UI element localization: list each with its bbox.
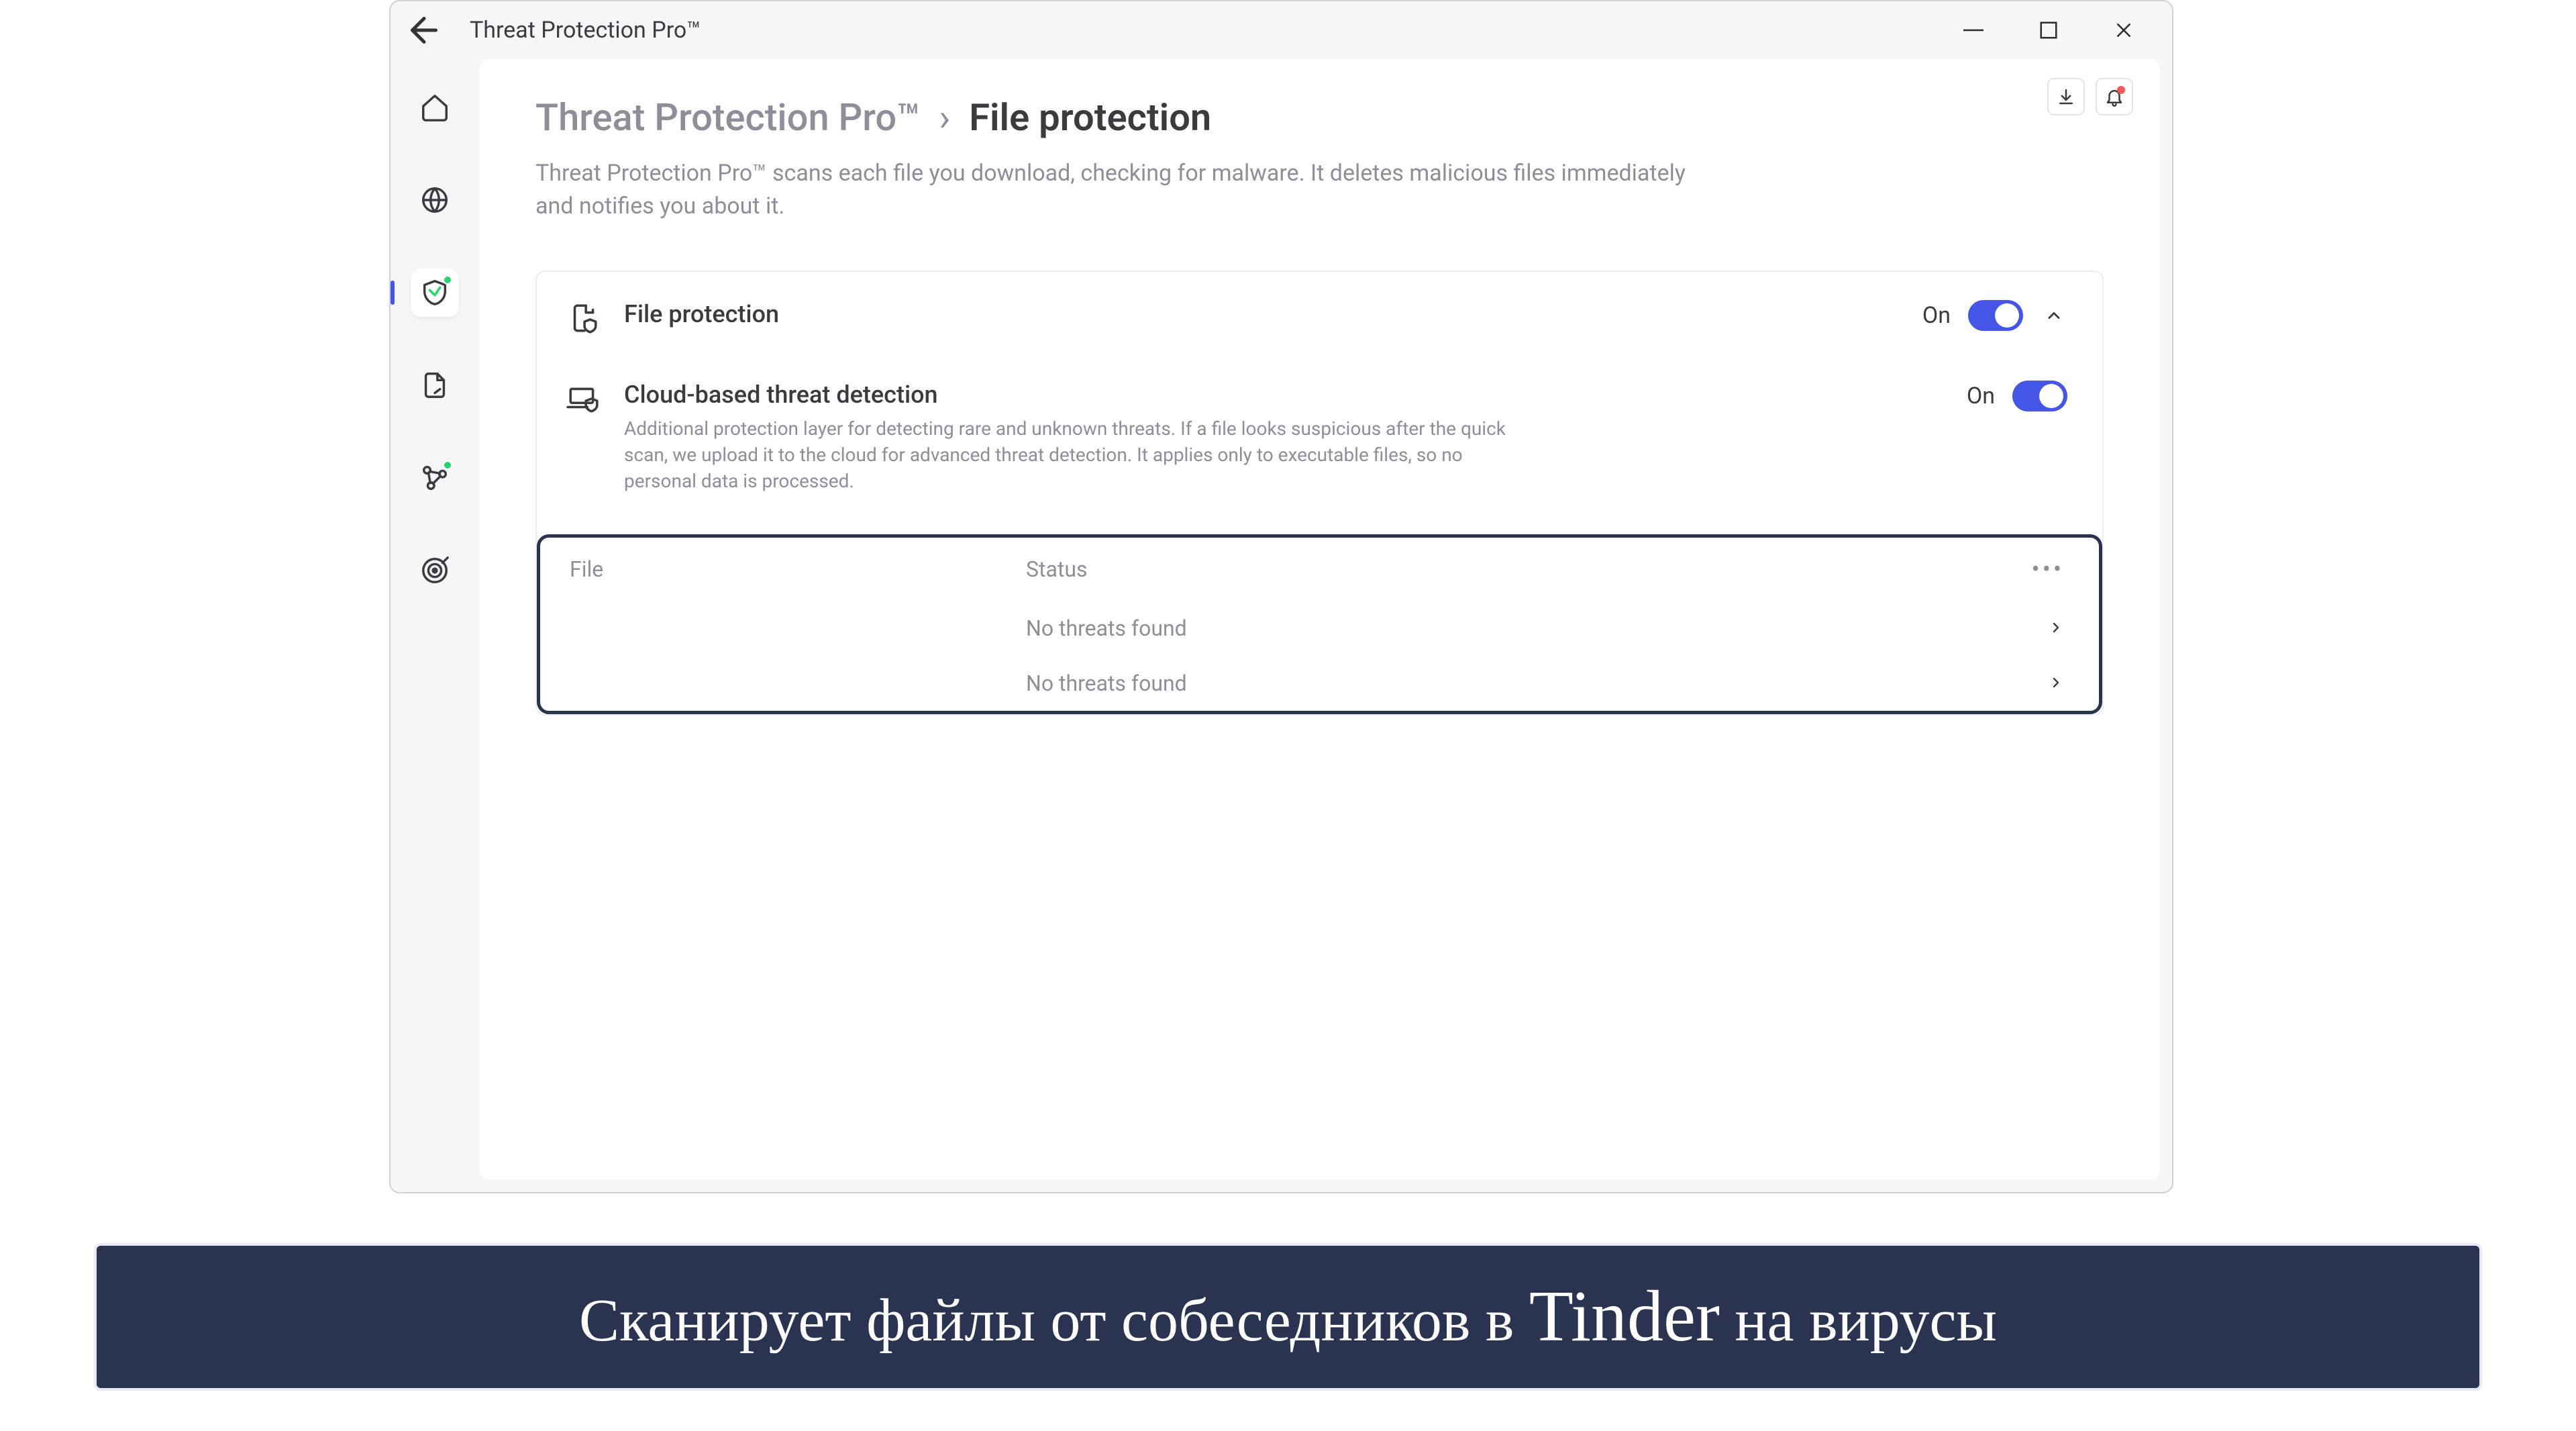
toggle-state-label: On bbox=[1922, 302, 1951, 329]
breadcrumb: Threat Protection Pro™ › File protection bbox=[535, 95, 2104, 140]
breadcrumb-root[interactable]: Threat Protection Pro™ bbox=[535, 95, 920, 140]
file-shield-icon bbox=[566, 301, 600, 335]
sidebar-globe[interactable] bbox=[411, 176, 459, 224]
caption-prefix: Сканирует файлы от собеседников в bbox=[579, 1287, 1529, 1354]
setting-title: File protection bbox=[624, 300, 1898, 328]
minimize-button[interactable] bbox=[1955, 11, 1992, 49]
setting-cloud-detection: Cloud-based threat detection Additional … bbox=[537, 358, 2102, 517]
sidebar-file[interactable] bbox=[411, 361, 459, 409]
table-header: File Status ••• bbox=[540, 538, 2099, 601]
status-dot-icon bbox=[443, 460, 452, 470]
window-controls bbox=[1955, 11, 2159, 49]
file-protection-toggle[interactable] bbox=[1968, 300, 2023, 331]
sidebar-target[interactable] bbox=[411, 546, 459, 595]
toggle-state-label: On bbox=[1967, 383, 1995, 409]
table-more-icon[interactable]: ••• bbox=[2032, 555, 2064, 583]
sidebar-meshnet[interactable] bbox=[411, 454, 459, 502]
col-status-header: Status bbox=[1026, 556, 2032, 582]
sidebar-home[interactable] bbox=[411, 83, 459, 132]
setting-file-protection: File protection On bbox=[537, 277, 2102, 358]
window-title: Threat Protection Pro™ bbox=[470, 17, 701, 44]
setting-title: Cloud-based threat detection bbox=[624, 381, 1943, 409]
collapse-chevron-icon[interactable] bbox=[2041, 302, 2067, 329]
sidebar-shield-active[interactable] bbox=[411, 268, 459, 317]
content-actions bbox=[2047, 78, 2133, 115]
app-window: Threat Protection Pro™ bbox=[389, 0, 2173, 1193]
notification-dot-icon bbox=[2117, 86, 2125, 94]
breadcrumb-separator: › bbox=[939, 95, 950, 140]
back-button[interactable] bbox=[404, 10, 444, 50]
table-row[interactable]: No threats found bbox=[540, 601, 2099, 656]
body: Threat Protection Pro™ › File protection… bbox=[391, 59, 2172, 1192]
cell-status: No threats found bbox=[1026, 615, 2048, 641]
maximize-button[interactable] bbox=[2030, 11, 2067, 49]
caption-suffix: на вирусы bbox=[1720, 1287, 1997, 1354]
titlebar: Threat Protection Pro™ bbox=[391, 1, 2172, 59]
status-dot-icon bbox=[443, 275, 452, 285]
cloud-detection-toggle[interactable] bbox=[2012, 381, 2067, 411]
content-panel: Threat Protection Pro™ › File protection… bbox=[479, 59, 2160, 1180]
file-scan-table: File Status ••• No threats found No thre… bbox=[537, 534, 2102, 714]
settings-card: File protection On bbox=[535, 270, 2104, 716]
caption-brand: Tinder bbox=[1529, 1277, 1720, 1356]
col-file-header: File bbox=[570, 556, 1026, 582]
row-chevron-icon[interactable] bbox=[2048, 615, 2064, 641]
row-chevron-icon[interactable] bbox=[2048, 671, 2064, 696]
laptop-shield-icon bbox=[566, 382, 600, 415]
setting-description: Additional protection layer for detectin… bbox=[624, 415, 1510, 495]
sidebar bbox=[391, 59, 479, 1192]
notifications-button[interactable] bbox=[2096, 78, 2133, 115]
close-button[interactable] bbox=[2105, 11, 2143, 49]
breadcrumb-current: File protection bbox=[969, 95, 1211, 140]
caption-banner: Сканирует файлы от собеседников в Tinder… bbox=[94, 1243, 2482, 1391]
caption-text: Сканирует файлы от собеседников в Tinder… bbox=[579, 1273, 1997, 1361]
table-row[interactable]: No threats found bbox=[540, 656, 2099, 711]
page-description: Threat Protection Pro™ scans each file y… bbox=[535, 157, 1716, 224]
download-button[interactable] bbox=[2047, 78, 2085, 115]
cell-status: No threats found bbox=[1026, 671, 2048, 696]
